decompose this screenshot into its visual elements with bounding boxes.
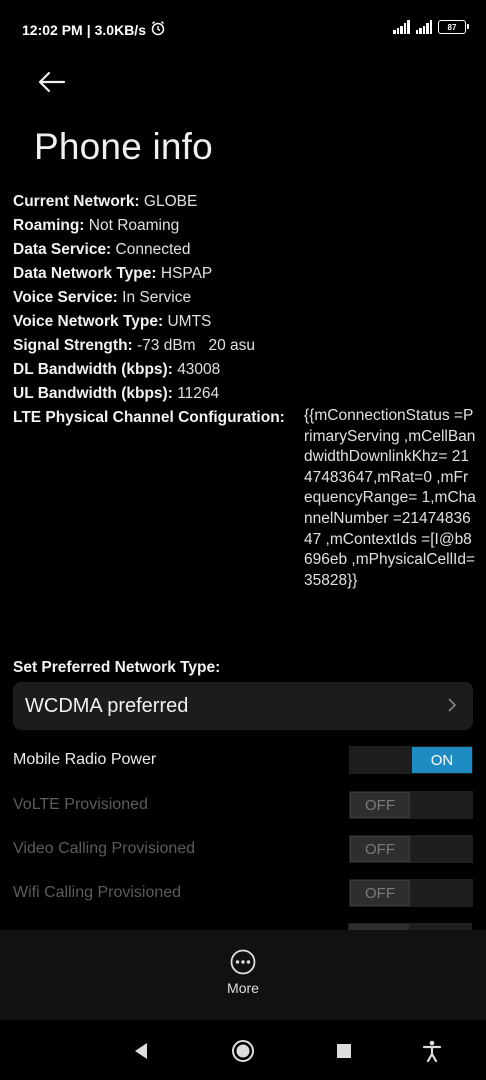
status-right: 87 <box>393 20 469 34</box>
info-data-service: Data Service: Connected <box>13 241 191 258</box>
info-roaming: Roaming: Not Roaming <box>13 217 180 234</box>
switch-state: OFF <box>350 836 410 862</box>
home-circle-icon <box>232 1040 254 1062</box>
wifi-calling-provisioned-switch[interactable]: OFF <box>349 879 473 907</box>
more-button[interactable]: More <box>213 948 273 1006</box>
info-list: Current Network: GLOBE Roaming: Not Roam… <box>13 190 476 589</box>
toggle-row-volte-provisioned: VoLTE Provisioned OFF <box>13 790 473 820</box>
signal-icon-2 <box>415 20 432 34</box>
toggle-row-video-calling-provisioned: Video Calling Provisioned OFF <box>13 834 473 864</box>
lte-label: LTE Physical Channel Configuration: <box>13 409 285 426</box>
status-separator: | <box>86 21 91 38</box>
more-icon <box>230 949 256 975</box>
toggle-row-wifi-calling-provisioned: Wifi Calling Provisioned OFF <box>13 878 473 908</box>
status-time: 12:02 PM <box>22 21 83 38</box>
toggle-label: Mobile Radio Power <box>13 751 157 768</box>
square-recents-icon <box>337 1044 351 1058</box>
more-label: More <box>227 980 259 996</box>
triangle-back-icon <box>135 1043 147 1059</box>
page-title: Phone info <box>34 126 213 167</box>
info-voice-service: Voice Service: In Service <box>13 289 192 306</box>
nav-home-button[interactable] <box>228 1036 258 1066</box>
toggle-label: Wifi Calling Provisioned <box>13 884 182 901</box>
mobile-radio-power-switch[interactable]: ON <box>349 746 473 774</box>
lte-value: {{mConnectionStatus =PrimaryServing ,mCe… <box>304 407 476 589</box>
chevron-right-icon <box>447 693 457 719</box>
status-speed: 3.0KB/s <box>94 21 146 38</box>
toggle-row-mobile-radio-power: Mobile Radio Power ON <box>13 745 473 775</box>
toggle-label: VoLTE Provisioned <box>13 796 148 813</box>
nav-recents-button[interactable] <box>329 1036 359 1066</box>
video-calling-provisioned-switch[interactable]: OFF <box>349 835 473 863</box>
battery-icon: 87 <box>438 20 469 34</box>
toggle-label: Video Calling Provisioned <box>13 840 196 857</box>
switch-state: ON <box>412 747 472 773</box>
status-left: 12:02 PM | 3.0KB/s <box>22 20 166 39</box>
arrow-left-icon <box>38 71 66 93</box>
status-bar: 12:02 PM | 3.0KB/s 87 <box>0 0 486 58</box>
alarm-icon <box>150 20 166 39</box>
info-voice-network-type: Voice Network Type: UMTS <box>13 313 212 330</box>
info-signal-strength: Signal Strength: -73 dBm 20 asu <box>13 337 256 354</box>
info-dl-bandwidth: DL Bandwidth (kbps): 43008 <box>13 361 221 378</box>
preferred-network-select[interactable]: WCDMA preferred <box>13 682 473 730</box>
info-ul-bandwidth: UL Bandwidth (kbps): 11264 <box>13 385 220 402</box>
volte-provisioned-switch[interactable]: OFF <box>349 791 473 819</box>
nav-back-button[interactable] <box>126 1036 156 1066</box>
info-current-network: Current Network: GLOBE <box>13 193 198 210</box>
info-data-network-type: Data Network Type: HSPAP <box>13 265 213 282</box>
back-button[interactable] <box>30 62 74 102</box>
battery-level: 87 <box>447 22 457 32</box>
signal-icon-1 <box>393 20 410 34</box>
accessibility-icon <box>422 1040 442 1062</box>
preferred-network-value: WCDMA preferred <box>25 694 189 717</box>
nav-accessibility-button[interactable] <box>417 1036 447 1066</box>
switch-state: OFF <box>350 880 410 906</box>
preferred-network-label: Set Preferred Network Type: <box>13 659 221 676</box>
switch-state: OFF <box>350 792 410 818</box>
